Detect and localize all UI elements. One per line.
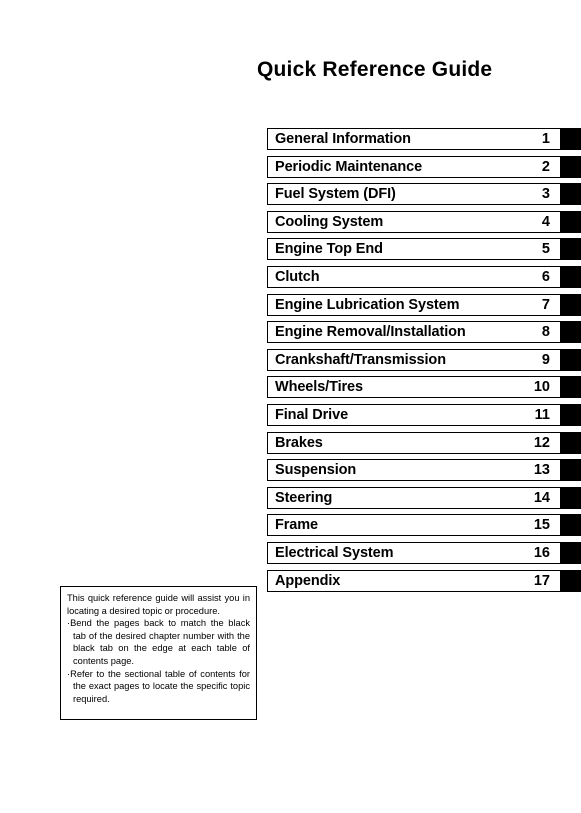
chapter-index-row[interactable]: Electrical System 16 <box>267 541 581 564</box>
chapter-entry[interactable]: Wheels/Tires 10 <box>267 376 561 399</box>
chapter-title: Suspension <box>275 462 357 479</box>
chapter-title: Cooling System <box>275 213 384 230</box>
chapter-title: Final Drive <box>275 406 349 423</box>
chapter-title: Appendix <box>275 572 341 589</box>
chapter-number: 9 <box>541 351 550 368</box>
chapter-title: Engine Removal/Installation <box>275 324 466 341</box>
chapter-index-row[interactable]: Engine Lubrication System 7 <box>267 293 581 316</box>
chapter-number: 15 <box>533 517 550 534</box>
chapter-title: Fuel System (DFI) <box>275 186 396 203</box>
chapter-entry[interactable]: Crankshaft/Transmission 9 <box>267 348 561 371</box>
note-bullet-list: ·Bend the pages back to match the black … <box>67 617 250 705</box>
chapter-title: Periodic Maintenance <box>275 158 423 175</box>
chapter-entry[interactable]: Final Drive 11 <box>267 403 561 426</box>
chapter-number: 16 <box>533 544 550 561</box>
chapter-entry[interactable]: Steering 14 <box>267 486 561 509</box>
chapter-index-row[interactable]: Wheels/Tires 10 <box>267 376 581 399</box>
chapter-index-row[interactable]: Engine Top End 5 <box>267 238 581 261</box>
chapter-index-table: General Information 1 Periodic Maintenance… <box>267 128 581 597</box>
chapter-black-tab <box>561 486 581 509</box>
chapter-black-tab <box>561 155 581 178</box>
chapter-number: 6 <box>541 268 550 285</box>
chapter-title: Engine Top End <box>275 241 383 258</box>
chapter-entry[interactable]: Cooling System 4 <box>267 210 561 233</box>
chapter-title: Brakes <box>275 434 323 451</box>
chapter-number: 10 <box>533 379 550 396</box>
chapter-entry[interactable]: Appendix 17 <box>267 569 561 592</box>
chapter-black-tab <box>561 431 581 454</box>
chapter-index-row[interactable]: Crankshaft/Transmission 9 <box>267 348 581 371</box>
chapter-black-tab <box>561 376 581 399</box>
chapter-entry[interactable]: Engine Removal/Installation 8 <box>267 321 561 344</box>
chapter-index-row[interactable]: Cooling System 4 <box>267 210 581 233</box>
chapter-entry[interactable]: Clutch 6 <box>267 265 561 288</box>
chapter-black-tab <box>561 183 581 206</box>
chapter-entry[interactable]: Brakes 12 <box>267 431 561 454</box>
chapter-black-tab <box>561 514 581 537</box>
chapter-index-row[interactable]: Suspension 13 <box>267 459 581 482</box>
chapter-number: 4 <box>541 213 550 230</box>
chapter-entry[interactable]: Frame 15 <box>267 514 561 537</box>
quick-reference-note-box: This quick reference guide will assist y… <box>60 586 257 720</box>
chapter-black-tab <box>561 293 581 316</box>
note-bullet-text: Refer to the sectional table of contents… <box>70 668 250 704</box>
chapter-index-row[interactable]: Appendix 17 <box>267 569 581 592</box>
chapter-title: Wheels/Tires <box>275 379 363 396</box>
chapter-number: 12 <box>533 434 550 451</box>
chapter-number: 11 <box>534 406 550 423</box>
chapter-title: Steering <box>275 489 333 506</box>
chapter-black-tab <box>561 459 581 482</box>
chapter-title: General Information <box>275 131 411 147</box>
chapter-index-row[interactable]: Brakes 12 <box>267 431 581 454</box>
chapter-number: 5 <box>541 241 550 258</box>
note-bullet-item: ·Refer to the sectional table of content… <box>67 668 250 706</box>
note-bullet-item: ·Bend the pages back to match the black … <box>67 617 250 667</box>
chapter-title: Frame <box>275 517 319 534</box>
chapter-entry[interactable]: Periodic Maintenance 2 <box>267 155 561 178</box>
chapter-black-tab <box>561 128 581 150</box>
chapter-entry[interactable]: General Information 1 <box>267 128 561 150</box>
chapter-index-row[interactable]: Periodic Maintenance 2 <box>267 155 581 178</box>
chapter-black-tab <box>561 348 581 371</box>
chapter-title: Electrical System <box>275 544 394 561</box>
note-intro-text: This quick reference guide will assist y… <box>67 593 250 616</box>
chapter-number: 13 <box>533 462 550 479</box>
chapter-number: 14 <box>533 489 550 506</box>
chapter-index-row[interactable]: Fuel System (DFI) 3 <box>267 183 581 206</box>
chapter-black-tab <box>561 238 581 261</box>
chapter-black-tab <box>561 210 581 233</box>
chapter-number: 3 <box>541 186 550 203</box>
chapter-entry[interactable]: Engine Top End 5 <box>267 238 561 261</box>
chapter-black-tab <box>561 265 581 288</box>
chapter-entry[interactable]: Engine Lubrication System 7 <box>267 293 561 316</box>
chapter-number: 1 <box>541 131 550 147</box>
chapter-entry[interactable]: Electrical System 16 <box>267 541 561 564</box>
chapter-number: 17 <box>533 572 550 589</box>
chapter-number: 7 <box>541 296 550 313</box>
chapter-entry[interactable]: Suspension 13 <box>267 459 561 482</box>
chapter-black-tab <box>561 321 581 344</box>
chapter-number: 8 <box>541 324 550 341</box>
chapter-black-tab <box>561 569 581 592</box>
chapter-index-row[interactable]: Final Drive 11 <box>267 403 581 426</box>
page-title: Quick Reference Guide <box>257 58 493 81</box>
chapter-number: 2 <box>541 158 550 175</box>
chapter-entry[interactable]: Fuel System (DFI) 3 <box>267 183 561 206</box>
chapter-index-row[interactable]: Frame 15 <box>267 514 581 537</box>
chapter-title: Engine Lubrication System <box>275 296 460 313</box>
chapter-black-tab <box>561 403 581 426</box>
chapter-index-row[interactable]: General Information 1 <box>267 128 581 150</box>
chapter-black-tab <box>561 541 581 564</box>
chapter-title: Crankshaft/Transmission <box>275 351 446 368</box>
chapter-index-row[interactable]: Clutch 6 <box>267 265 581 288</box>
note-bullet-text: Bend the pages back to match the black t… <box>70 618 250 666</box>
chapter-title: Clutch <box>275 268 320 285</box>
chapter-index-row[interactable]: Engine Removal/Installation 8 <box>267 321 581 344</box>
chapter-index-row[interactable]: Steering 14 <box>267 486 581 509</box>
